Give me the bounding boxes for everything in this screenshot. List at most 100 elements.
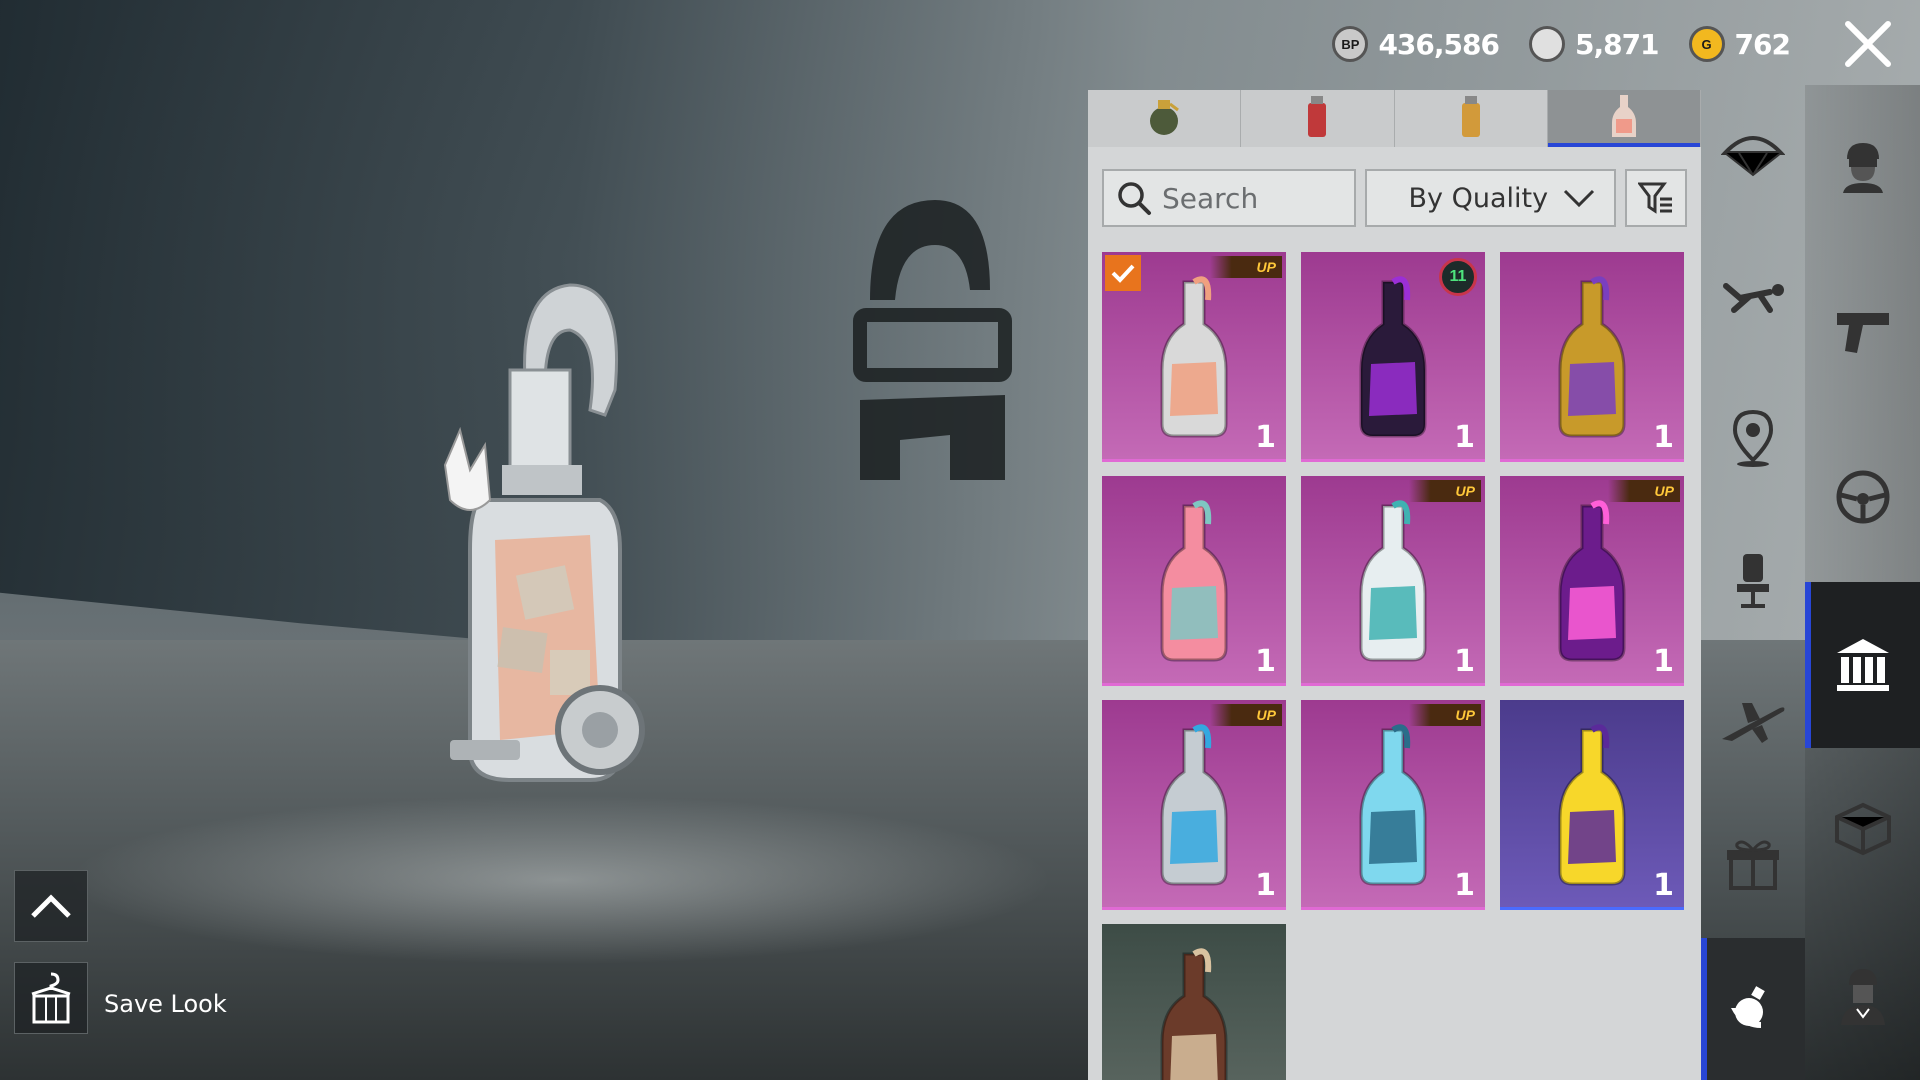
category-weapons[interactable] [1805,251,1920,417]
molotov-bottle-icon [1558,724,1626,886]
bp-coin-icon: BP [1332,26,1369,62]
molotov-icon [1609,91,1639,146]
rail-item-spawn-location[interactable] [1701,369,1805,511]
item-card-molotov-lips[interactable]: UP 1 [1500,476,1684,686]
item-card-molotov-ice[interactable]: UP 1 [1301,700,1485,910]
category-outfit[interactable] [1805,85,1920,251]
gift-icon [1725,836,1781,897]
steering-wheel-icon [1835,469,1891,530]
sort-label: By Quality [1408,182,1549,214]
smoke-grenade-icon [1302,93,1332,144]
chevron-down-icon [1564,189,1595,208]
molotov-bottle-icon [1359,276,1427,438]
item-card-molotov-golden[interactable]: 1 [1500,252,1684,462]
throwable-hand-icon [1725,978,1781,1039]
molotov-bottle-icon [1160,500,1228,662]
item-quantity: 1 [1255,644,1276,679]
close-button[interactable] [1836,12,1900,76]
inventory-panel: By Quality UP111111UP1UP1UP1UP11 [1088,90,1701,1080]
item-quantity: 1 [1653,868,1674,903]
item-quantity: 1 [1255,420,1276,455]
g-coin-icon: G [1688,26,1725,62]
item-quantity: 1 [1255,868,1276,903]
currency-silver: 5,871 [1528,26,1660,62]
throwable-type-tabs [1088,90,1701,147]
tab-stun-grenade[interactable] [1394,90,1548,147]
crate-icon [1833,801,1893,862]
currency-bp: BP 436,586 [1332,26,1500,62]
item-card-molotov-frost-armor[interactable]: UP 1 [1102,700,1286,910]
filter-icon [1638,182,1673,214]
category-rail [1805,85,1920,1080]
equipped-check-icon [1105,255,1141,291]
item-card-molotov-rabbit[interactable]: UP 1 [1102,252,1286,462]
inventory-toolbar: By Quality [1088,147,1701,237]
molotov-bottle-icon [1160,724,1228,886]
level-badge: 11 [1439,258,1477,296]
item-quantity: 1 [1454,868,1475,903]
category-lobby[interactable] [1805,582,1920,749]
item-quantity: 1 [1454,644,1475,679]
category-crate[interactable] [1805,748,1920,914]
molotov-bottle-icon [1160,276,1228,438]
currency-gold: G 762 [1688,26,1791,62]
expand-button[interactable] [14,870,88,942]
item-card-molotov-yellow-face[interactable]: 1 [1500,700,1684,910]
plane-icon [1718,699,1788,750]
wall-emblem [853,200,1012,480]
filter-button[interactable] [1625,169,1687,227]
category-companion[interactable] [1805,914,1920,1080]
close-icon [1845,21,1891,67]
frag-grenade-icon [1144,94,1184,143]
rail-item-aircraft[interactable] [1701,654,1805,796]
currency-bar: BP 436,586 5,871 G 762 [1332,20,1791,68]
molotov-bottle-icon [1558,500,1626,662]
character-icon [1835,965,1891,1030]
tab-molotov[interactable] [1547,90,1701,147]
tab-frag-grenade[interactable] [1088,90,1242,147]
search-input[interactable] [1162,181,1342,215]
item-quantity: 1 [1653,644,1674,679]
currency-value: 5,871 [1574,27,1660,61]
item-preview-model [443,283,645,782]
item-quantity: 1 [1653,420,1674,455]
upgradable-badge: UP [1409,704,1481,726]
building-icon [1833,633,1893,698]
upgradable-badge: UP [1409,480,1481,502]
category-vehicles[interactable] [1805,417,1920,583]
pistol-icon [1833,303,1893,364]
molotov-bottle-icon [1359,724,1427,886]
rail-item-parachute[interactable] [1701,85,1805,227]
soldier-head-icon [1835,137,1891,198]
item-card-molotov-demon[interactable]: 11 1 [1301,252,1485,462]
rail-item-seat[interactable] [1701,511,1805,653]
upgradable-badge: UP [1210,256,1282,278]
map-pin-icon [1731,408,1775,473]
molotov-bottle-icon [1160,948,1228,1080]
search-box[interactable] [1102,169,1356,227]
rail-item-throwables[interactable] [1701,937,1805,1080]
molotov-bottle-icon [1359,500,1427,662]
rail-item-gift[interactable] [1701,796,1805,938]
item-card-molotov-pink[interactable]: 1 [1102,476,1286,686]
stun-grenade-icon [1456,93,1486,144]
chair-icon [1733,550,1773,615]
currency-value: 436,586 [1378,27,1500,61]
search-icon [1118,182,1151,215]
parachute-icon [1720,129,1786,184]
tab-smoke-grenade[interactable] [1241,90,1395,147]
save-look-label: Save Look [104,990,227,1018]
sort-dropdown[interactable]: By Quality [1364,169,1617,227]
upgradable-badge: UP [1210,704,1282,726]
chevron-up-icon [31,894,71,918]
skydive-icon [1720,276,1786,321]
silver-fragment-icon [1528,26,1565,62]
molotov-bottle-icon [1558,276,1626,438]
item-grid: UP 1 11 1 1 1 UP 1 UP 1 UP 1 UP 1 1 [1102,252,1684,1080]
upgradable-badge: UP [1608,480,1680,502]
rail-item-emote-skydive[interactable] [1701,227,1805,369]
item-card-molotov-classic[interactable] [1102,924,1286,1080]
currency-value: 762 [1734,27,1791,61]
save-look-button[interactable] [14,962,88,1034]
item-card-molotov-porcelain[interactable]: UP 1 [1301,476,1485,686]
